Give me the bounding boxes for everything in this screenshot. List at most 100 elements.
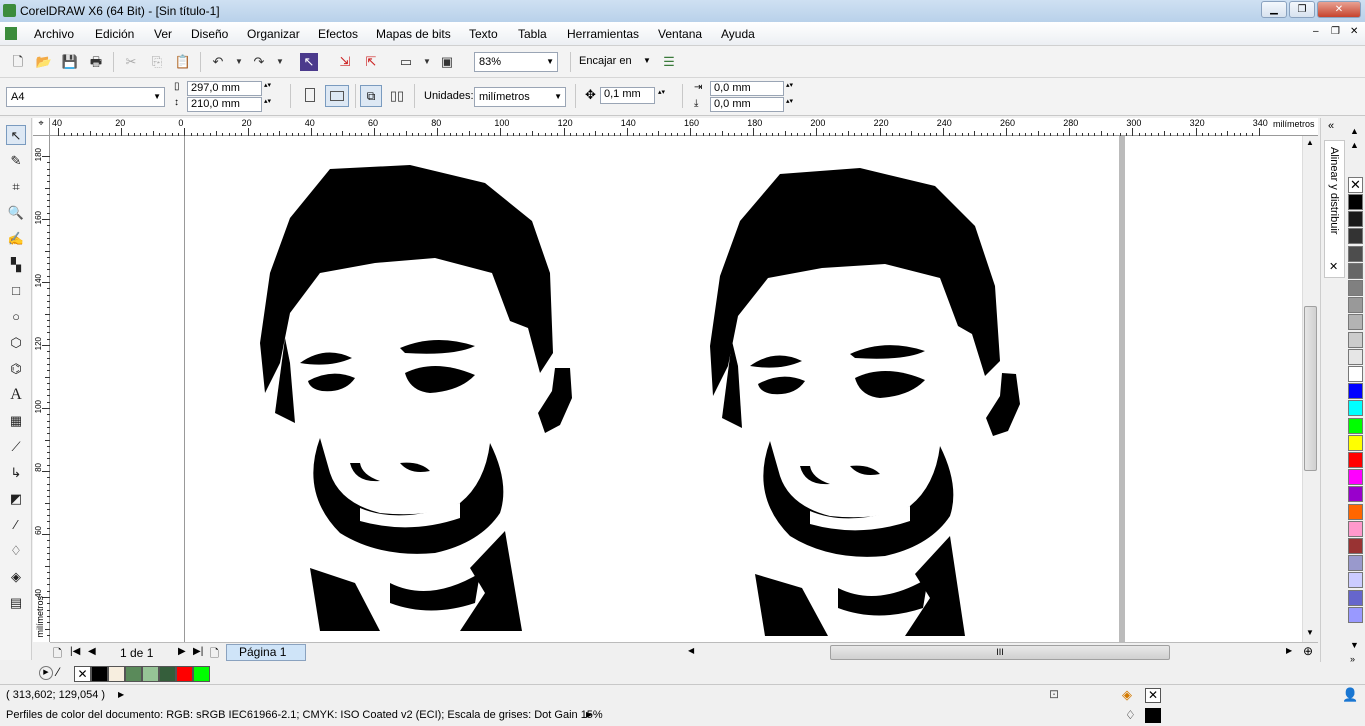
new-document-icon[interactable]: 🗋 [9,53,27,71]
palette-swatch[interactable] [1348,434,1363,451]
open-folder-icon[interactable]: 📂 [35,53,53,71]
copy-icon[interactable]: ⎘ [148,53,166,71]
shape-tool-icon[interactable]: ✎ [6,151,26,171]
close-docker-icon[interactable]: ✕ [1329,260,1338,273]
menu-ver[interactable]: Ver [154,27,172,41]
profile-expand-icon[interactable]: ▶ [586,710,592,719]
palette-menu-icon[interactable]: ▲ [1350,140,1359,150]
palette-swatch[interactable] [1348,211,1363,228]
vertical-ruler[interactable]: 180 160 140 120 100 80 60 40 milímetros [33,136,50,642]
doc-restore-icon[interactable]: ❐ [1331,26,1340,37]
import-icon[interactable]: ⇲ [336,53,354,71]
navigator-zoom-icon[interactable]: ⊕ [1303,644,1313,658]
snap-to-button[interactable]: Encajar en [579,55,632,67]
menu-diseno[interactable]: Diseño [191,27,228,41]
palette-swatch[interactable] [1348,452,1363,468]
freehand-tool-icon[interactable]: ✍ [6,229,26,249]
application-launcher-icon[interactable]: ▭ [397,53,415,71]
text-tool-icon[interactable]: A [6,385,26,405]
palette-swatch[interactable] [1348,606,1363,623]
redo-dropdown-icon[interactable]: ▼ [271,53,289,71]
landscape-button[interactable] [325,85,349,107]
palette-swatch[interactable] [1348,297,1363,314]
welcome-screen-icon[interactable]: ▣ [438,53,456,71]
close-button[interactable]: ✕ [1317,1,1361,18]
doc-palette-swatch[interactable] [193,666,210,682]
fill-tool-icon[interactable]: ◈ [6,567,26,587]
ruler-origin[interactable]: ⌖ [33,118,50,136]
print-icon[interactable]: 🖶 [87,53,105,71]
palette-scroll-down-icon[interactable]: ▼ [1350,640,1359,650]
basic-shapes-tool-icon[interactable]: ⌬ [6,359,26,379]
doc-no-color-swatch[interactable]: ✕ [74,666,91,682]
doc-palette-swatch[interactable] [91,666,108,682]
page-width-field[interactable]: 297,0 mm [187,81,262,96]
docker-tab[interactable]: Alinear y distribuir [1324,140,1345,278]
palette-swatch[interactable] [1348,314,1363,331]
no-color-swatch[interactable]: ✕ [1348,177,1363,193]
horizontal-ruler[interactable]: 40 20 0 20 40 60 80 100 120 140 160 180 200 220 240 260… [50,118,1318,136]
user-account-icon[interactable]: 👤 [1342,687,1358,703]
scroll-down-icon[interactable]: ▼ [1306,628,1314,637]
rectangle-tool-icon[interactable]: □ [6,281,26,301]
page-size-select[interactable]: A4 ▼ [6,87,165,107]
doc-palette-swatch[interactable] [176,666,193,682]
nudge-stepper-icon[interactable]: ▴▾ [658,88,665,96]
dimension-tool-icon[interactable]: ⟋ [6,437,26,457]
palette-scroll-up-icon[interactable]: ▲ [1350,126,1359,136]
crop-tool-icon[interactable]: ⌗ [6,177,26,197]
scroll-left-icon[interactable]: ◀ [688,646,694,655]
dup-y-stepper-icon[interactable]: ▴▾ [786,97,793,105]
palette-swatch[interactable] [1348,280,1363,296]
palette-swatch[interactable] [1348,520,1363,537]
menu-mapas-de-bits[interactable]: Mapas de bits [376,27,451,41]
palette-swatch[interactable] [1348,417,1363,434]
scroll-thumb[interactable] [1304,306,1317,471]
fill-indicator-icon[interactable]: ◈ [1122,687,1132,703]
next-page-icon[interactable]: ▶ [178,646,186,657]
zoom-level-select[interactable]: 83% ▼ [474,52,558,72]
collapse-docker-icon[interactable]: « [1328,120,1334,132]
redo-icon[interactable]: ↷ [250,53,268,71]
palette-swatch[interactable] [1348,262,1363,279]
first-page-icon[interactable]: |◀ [70,646,80,657]
zoom-tool-icon[interactable]: 🔍 [6,203,26,223]
interactive-fill-tool-icon[interactable]: ▤ [6,593,26,613]
eyedropper-tool-icon[interactable]: ⁄ [6,515,26,535]
palette-swatch[interactable] [1348,572,1363,589]
eyedropper-icon[interactable]: ⁄ [57,665,59,679]
fill-none-swatch[interactable]: ✕ [1145,688,1161,703]
palette-swatch[interactable] [1348,331,1363,348]
scroll-up-icon[interactable]: ▲ [1306,138,1314,147]
current-page-icon[interactable]: ▯▯ [388,87,406,105]
palette-swatch[interactable] [1348,400,1363,417]
menu-archivo[interactable]: Archivo [34,27,74,41]
maximize-button[interactable]: ❐ [1289,1,1315,18]
palette-swatch[interactable] [1348,538,1363,554]
portrait-trace-left[interactable] [260,163,600,631]
vertical-scrollbar[interactable]: ▲ ▼ [1302,136,1318,642]
portrait-icon[interactable] [305,88,315,102]
page-height-field[interactable]: 210,0 mm [187,97,262,112]
minimize-button[interactable]: ▁ [1261,1,1287,18]
palette-flyout-icon[interactable]: ▶ [39,666,53,680]
polygon-tool-icon[interactable]: ⬡ [6,333,26,353]
undo-icon[interactable]: ↶ [209,53,227,71]
menu-texto[interactable]: Texto [469,27,498,41]
width-stepper-icon[interactable]: ▴▾ [264,81,271,89]
nudge-distance-field[interactable]: 0,1 mm [600,87,655,104]
last-page-icon[interactable]: ▶| [193,646,203,657]
doc-palette-swatch[interactable] [108,666,125,682]
ellipse-tool-icon[interactable]: ○ [6,307,26,327]
dup-x-stepper-icon[interactable]: ▴▾ [786,81,793,89]
drawing-canvas[interactable] [50,136,1302,642]
menu-edicion[interactable]: Edición [95,27,134,41]
options-icon[interactable]: ☰ [660,53,678,71]
duplicate-y-field[interactable]: 0,0 mm [710,97,784,112]
doc-palette-swatch[interactable] [159,666,176,682]
blend-tool-icon[interactable]: ◩ [6,489,26,509]
doc-minimize-icon[interactable]: – [1313,26,1319,37]
palette-swatch[interactable] [1348,245,1363,262]
portrait-trace-right[interactable] [710,166,1040,636]
menu-efectos[interactable]: Efectos [318,27,358,41]
